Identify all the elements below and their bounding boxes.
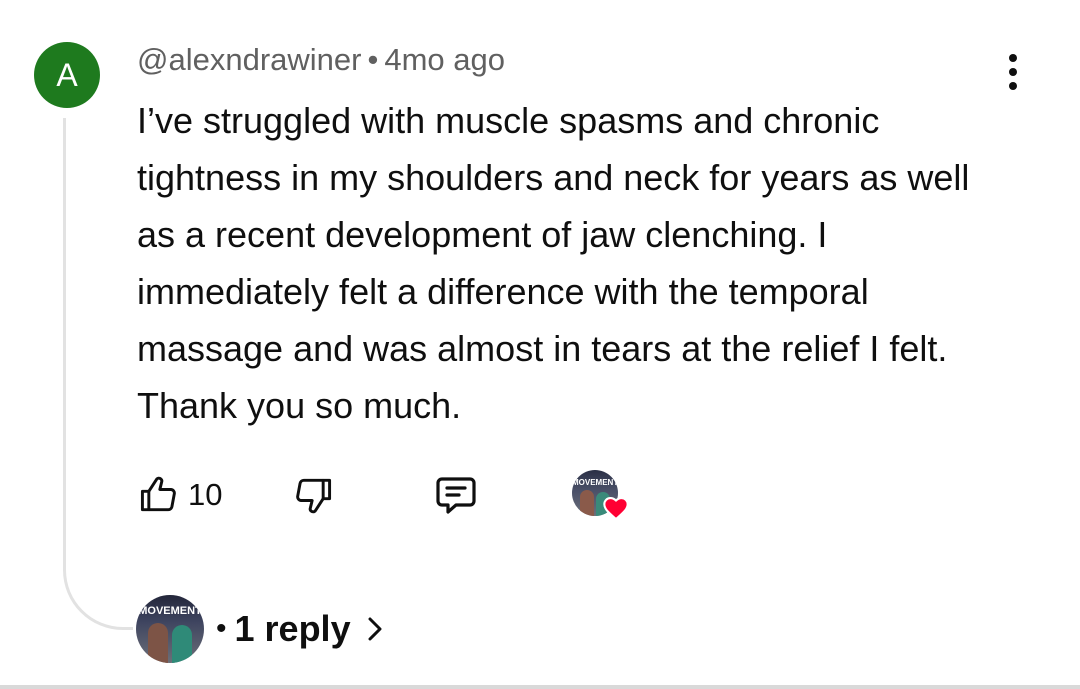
thumb-down-icon bbox=[296, 478, 332, 514]
divider bbox=[0, 685, 1080, 689]
reply-separator: • bbox=[216, 612, 227, 645]
commenter-avatar[interactable]: A bbox=[34, 42, 100, 108]
reply-button[interactable] bbox=[432, 468, 480, 522]
avatar-figure bbox=[172, 625, 192, 663]
avatar-letter: A bbox=[56, 56, 78, 93]
chevron-right-icon bbox=[368, 617, 382, 641]
creator-avatar-text: MOVEMENT bbox=[572, 478, 618, 487]
thumb-up-icon bbox=[140, 476, 176, 512]
reply-author-avatar: MOVEMENT bbox=[136, 595, 204, 663]
like-button[interactable]: 10 bbox=[136, 468, 222, 522]
kebab-dot bbox=[1009, 68, 1017, 76]
heart-icon bbox=[603, 497, 629, 521]
timestamp: 4mo ago bbox=[384, 42, 505, 77]
username[interactable]: @alexndrawiner bbox=[137, 42, 361, 77]
creator-heart-badge[interactable]: MOVEMENT bbox=[572, 468, 632, 522]
comment-icon bbox=[436, 477, 476, 514]
thread-line bbox=[63, 118, 133, 630]
avatar-figure bbox=[580, 490, 594, 516]
comment-meta: @alexndrawiner • 4mo ago bbox=[137, 42, 505, 78]
kebab-dot bbox=[1009, 82, 1017, 90]
dislike-button[interactable] bbox=[292, 468, 336, 522]
reply-count-label: 1 reply bbox=[234, 608, 351, 649]
like-count: 10 bbox=[188, 477, 223, 512]
kebab-dot bbox=[1009, 54, 1017, 62]
comment-thread: A @alexndrawiner • 4mo ago I’ve struggled … bbox=[0, 0, 1080, 689]
more-vert-icon[interactable] bbox=[996, 50, 1030, 94]
comment-text: I’ve struggled with muscle spasms and ch… bbox=[137, 100, 970, 426]
view-replies-button[interactable]: MOVEMENT • 1 reply bbox=[136, 594, 385, 664]
avatar-figure bbox=[148, 623, 168, 663]
meta-separator: • bbox=[367, 42, 379, 77]
reply-avatar-text: MOVEMENT bbox=[138, 605, 202, 617]
